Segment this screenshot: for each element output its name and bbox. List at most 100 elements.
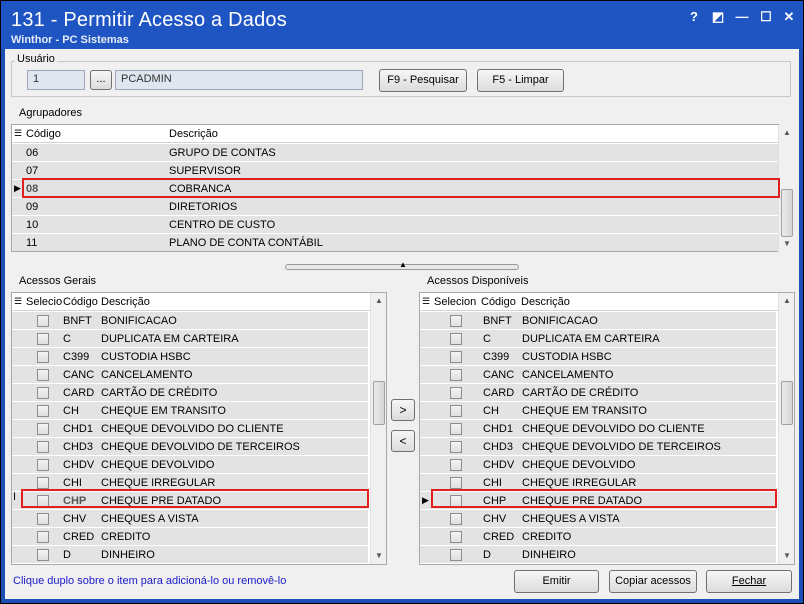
select-checkbox[interactable] [37, 513, 49, 525]
select-checkbox[interactable] [450, 423, 462, 435]
acessos-disponiveis-vscroll[interactable]: ▲ ▼ [778, 293, 794, 564]
clear-button[interactable]: F5 - Limpar [477, 69, 564, 92]
select-checkbox[interactable] [450, 441, 462, 453]
select-checkbox[interactable] [450, 333, 462, 345]
list-item[interactable]: CHV CHEQUES A VISTA [12, 510, 368, 528]
scroll-down-icon[interactable]: ▼ [779, 236, 795, 252]
select-checkbox[interactable] [37, 351, 49, 363]
list-item[interactable]: CH CHEQUE EM TRANSITO [12, 402, 368, 420]
select-checkbox[interactable] [450, 387, 462, 399]
row-desc: CUSTODIA HSBC [101, 351, 191, 363]
header-descricao[interactable]: Descrição [169, 128, 218, 140]
emit-button[interactable]: Emitir [514, 570, 599, 593]
select-checkbox[interactable] [37, 387, 49, 399]
list-item[interactable]: CANC CANCELAMENTO [12, 366, 368, 384]
select-checkbox[interactable] [450, 477, 462, 489]
select-checkbox[interactable] [37, 459, 49, 471]
select-checkbox[interactable] [37, 405, 49, 417]
scroll-down-icon[interactable]: ▼ [779, 548, 794, 564]
scroll-up-icon[interactable]: ▲ [371, 293, 386, 309]
search-button[interactable]: F9 - Pesquisar [379, 69, 467, 92]
help-icon[interactable]: ? [685, 9, 703, 25]
table-row[interactable]: 10 CENTRO DE CUSTO [12, 216, 778, 234]
list-item[interactable]: CRED CREDITO [420, 528, 776, 546]
select-checkbox[interactable] [450, 459, 462, 471]
column-menu-icon[interactable]: ☰ [14, 296, 22, 307]
select-checkbox[interactable] [37, 549, 49, 561]
list-item[interactable]: D DINHEIRO [420, 546, 776, 564]
scroll-up-icon[interactable]: ▲ [779, 293, 794, 309]
list-item[interactable]: BNFT BONIFICACAO [12, 312, 368, 330]
select-checkbox[interactable] [450, 405, 462, 417]
column-menu-icon[interactable]: ☰ [422, 296, 430, 307]
list-item[interactable]: CARD CARTÃO DE CRÉDITO [12, 384, 368, 402]
title-bar[interactable]: 131 - Permitir Acesso a Dados Winthor - … [1, 1, 803, 49]
select-checkbox[interactable] [37, 531, 49, 543]
table-row[interactable]: 06 GRUPO DE CONTAS [12, 144, 778, 162]
select-checkbox[interactable] [37, 477, 49, 489]
column-menu-icon[interactable]: ☰ [14, 128, 22, 139]
close-button[interactable]: Fechar [706, 570, 792, 593]
user-lookup-button[interactable]: ... [90, 70, 112, 90]
maximize-icon[interactable]: ☐ [757, 9, 775, 25]
scroll-thumb[interactable] [781, 189, 793, 237]
list-item[interactable]: BNFT BONIFICACAO [420, 312, 776, 330]
row-desc: CHEQUE DEVOLVIDO DE TERCEIROS [522, 441, 721, 453]
list-item[interactable]: C399 CUSTODIA HSBC [12, 348, 368, 366]
select-checkbox[interactable] [450, 531, 462, 543]
close-icon[interactable]: ✕ [780, 9, 798, 25]
scroll-thumb[interactable] [781, 381, 793, 425]
row-desc: CREDITO [522, 531, 572, 543]
list-item[interactable]: CHDV CHEQUE DEVOLVIDO [12, 456, 368, 474]
list-item[interactable]: CARD CARTÃO DE CRÉDITO [420, 384, 776, 402]
select-checkbox[interactable] [450, 315, 462, 327]
header-codigo[interactable]: Código [63, 296, 98, 308]
select-checkbox[interactable] [450, 513, 462, 525]
list-item[interactable]: CHD1 CHEQUE DEVOLVIDO DO CLIENTE [420, 420, 776, 438]
copy-access-button[interactable]: Copiar acessos [609, 570, 697, 593]
table-row[interactable]: 09 DIRETORIOS [12, 198, 778, 216]
header-descricao[interactable]: Descrição [101, 296, 150, 308]
header-selecionado[interactable]: Seleciona [434, 296, 476, 308]
splitter-chevron-icon[interactable]: ▲ [399, 260, 407, 269]
header-codigo[interactable]: Código [26, 128, 61, 140]
scroll-up-icon[interactable]: ▲ [779, 125, 795, 141]
highlight-agrupador [22, 178, 780, 198]
user-name-field[interactable]: PCADMIN [115, 70, 363, 90]
list-item[interactable]: CHD1 CHEQUE DEVOLVIDO DO CLIENTE [12, 420, 368, 438]
select-checkbox[interactable] [37, 423, 49, 435]
select-checkbox[interactable] [37, 441, 49, 453]
list-item[interactable]: CHV CHEQUES A VISTA [420, 510, 776, 528]
user-code-field[interactable]: 1 [27, 70, 85, 90]
list-item[interactable]: C399 CUSTODIA HSBC [420, 348, 776, 366]
scroll-thumb[interactable] [373, 381, 385, 425]
move-left-button[interactable]: < [391, 430, 415, 452]
list-item[interactable]: CHDV CHEQUE DEVOLVIDO [420, 456, 776, 474]
minimize-icon[interactable]: — [733, 9, 751, 25]
select-checkbox[interactable] [450, 369, 462, 381]
list-item[interactable]: CH CHEQUE EM TRANSITO [420, 402, 776, 420]
list-item[interactable]: CHD3 CHEQUE DEVOLVIDO DE TERCEIROS [420, 438, 776, 456]
list-item[interactable]: C DUPLICATA EM CARTEIRA [12, 330, 368, 348]
select-checkbox[interactable] [450, 351, 462, 363]
move-right-button[interactable]: > [391, 399, 415, 421]
agrupadores-vscroll[interactable]: ▲ ▼ [778, 125, 794, 252]
header-descricao[interactable]: Descrição [521, 296, 570, 308]
list-item[interactable]: CHD3 CHEQUE DEVOLVIDO DE TERCEIROS [12, 438, 368, 456]
list-item[interactable]: D DINHEIRO [12, 546, 368, 564]
header-codigo[interactable]: Código [481, 296, 516, 308]
scroll-down-icon[interactable]: ▼ [371, 548, 386, 564]
header-selecionado[interactable]: Selecio [26, 296, 62, 308]
row-desc: DUPLICATA EM CARTEIRA [101, 333, 239, 345]
acessos-gerais-vscroll[interactable]: ▲ ▼ [370, 293, 386, 564]
select-checkbox[interactable] [37, 369, 49, 381]
list-item[interactable]: CANC CANCELAMENTO [420, 366, 776, 384]
list-item[interactable]: CRED CREDITO [12, 528, 368, 546]
select-checkbox[interactable] [37, 315, 49, 327]
list-item[interactable]: C DUPLICATA EM CARTEIRA [420, 330, 776, 348]
select-checkbox[interactable] [450, 549, 462, 561]
table-row[interactable]: 11 PLANO DE CONTA CONTÁBIL [12, 234, 778, 251]
select-checkbox[interactable] [37, 333, 49, 345]
restore-layout-icon[interactable]: ◩ [709, 9, 727, 25]
row-desc: CHEQUE EM TRANSITO [101, 405, 226, 417]
